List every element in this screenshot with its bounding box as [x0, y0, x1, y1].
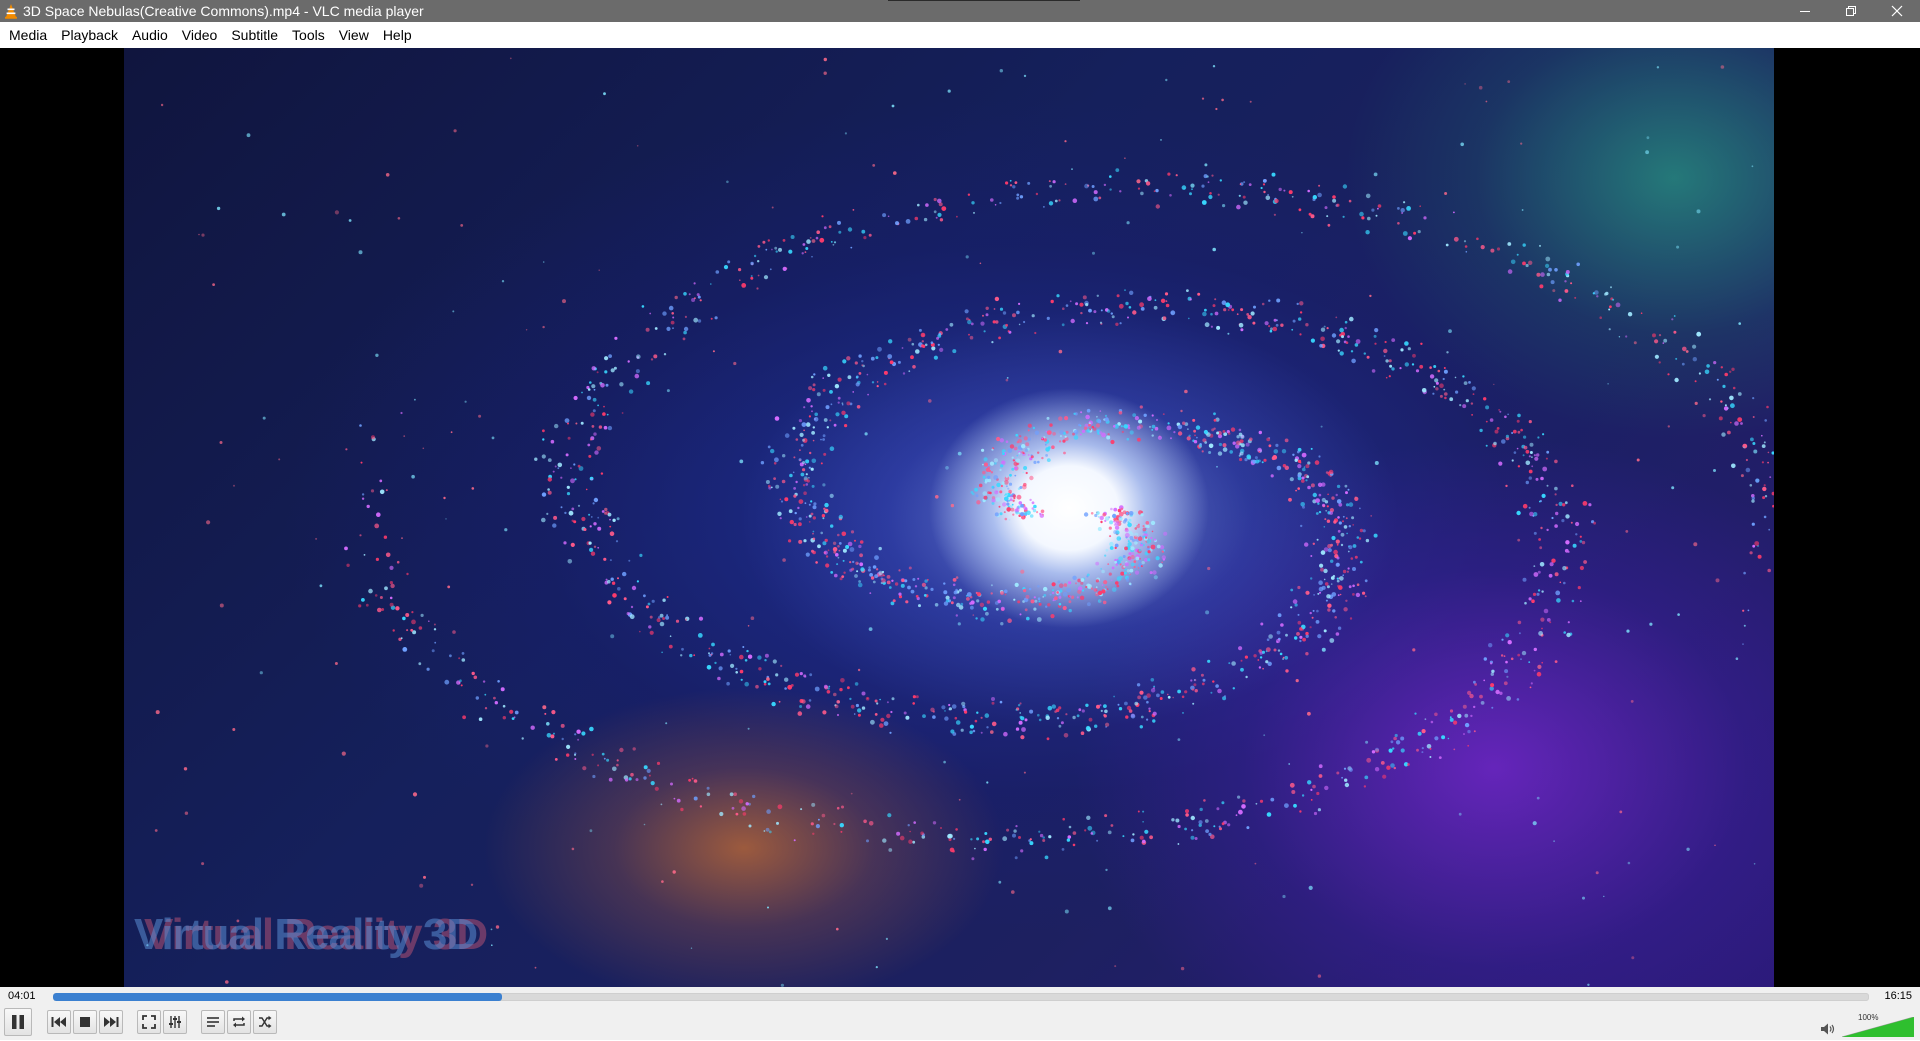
pause-icon: [12, 1015, 24, 1029]
loop-button[interactable]: [227, 1010, 251, 1034]
video-area[interactable]: Virtual Reality 3D: [0, 48, 1920, 987]
close-button[interactable]: [1874, 0, 1920, 22]
menu-media[interactable]: Media: [2, 22, 54, 48]
galaxy-image: [146, 57, 1774, 987]
playlist-button[interactable]: [201, 1010, 225, 1034]
volume-control: 100%: [1820, 1013, 1914, 1039]
previous-button[interactable]: [47, 1010, 71, 1034]
control-bar: 04:01 16:15 100%: [0, 987, 1920, 1040]
shuffle-button[interactable]: [253, 1010, 277, 1034]
extended-settings-button[interactable]: [163, 1010, 187, 1034]
restore-button[interactable]: [1828, 0, 1874, 22]
menu-audio[interactable]: Audio: [125, 22, 175, 48]
menu-subtitle[interactable]: Subtitle: [224, 22, 285, 48]
next-icon: [104, 1017, 119, 1027]
title-bar: 3D Space Nebulas(Creative Commons).mp4 -…: [0, 0, 1920, 22]
equalizer-icon: [169, 1016, 181, 1028]
next-button[interactable]: [99, 1010, 123, 1034]
seek-progress: [53, 993, 502, 1001]
mute-button[interactable]: [1820, 1022, 1836, 1041]
star-field: [146, 57, 1774, 987]
window-title: 3D Space Nebulas(Creative Commons).mp4 -…: [23, 3, 424, 19]
shuffle-icon: [259, 1015, 272, 1029]
total-time[interactable]: 16:15: [1884, 990, 1912, 1002]
menu-video[interactable]: Video: [175, 22, 225, 48]
video-watermark: Virtual Reality 3D: [134, 910, 478, 959]
playlist-icon: [207, 1017, 219, 1027]
volume-slider[interactable]: [1842, 1017, 1914, 1037]
restore-icon: [1846, 6, 1856, 16]
seek-slider[interactable]: [53, 993, 1869, 1001]
loop-icon: [233, 1016, 245, 1028]
elapsed-time: 04:01: [8, 990, 36, 1002]
stop-button[interactable]: [73, 1010, 97, 1034]
vlc-cone-icon: [0, 0, 22, 22]
minimize-button[interactable]: [1782, 0, 1828, 22]
menu-playback[interactable]: Playback: [54, 22, 125, 48]
menu-help[interactable]: Help: [376, 22, 419, 48]
video-frame[interactable]: Virtual Reality 3D: [124, 48, 1774, 987]
fullscreen-icon: [142, 1015, 156, 1029]
speaker-icon: [1821, 1023, 1835, 1035]
menu-bar: Media Playback Audio Video Subtitle Tool…: [0, 22, 1920, 48]
menu-tools[interactable]: Tools: [285, 22, 332, 48]
title-bar-accent: [888, 0, 1080, 1]
menu-view[interactable]: View: [332, 22, 376, 48]
previous-icon: [51, 1017, 66, 1027]
pause-button[interactable]: [4, 1008, 32, 1036]
fullscreen-button[interactable]: [137, 1010, 161, 1034]
minimize-icon: [1800, 11, 1810, 12]
close-icon: [1891, 5, 1903, 17]
stop-icon: [80, 1017, 90, 1027]
